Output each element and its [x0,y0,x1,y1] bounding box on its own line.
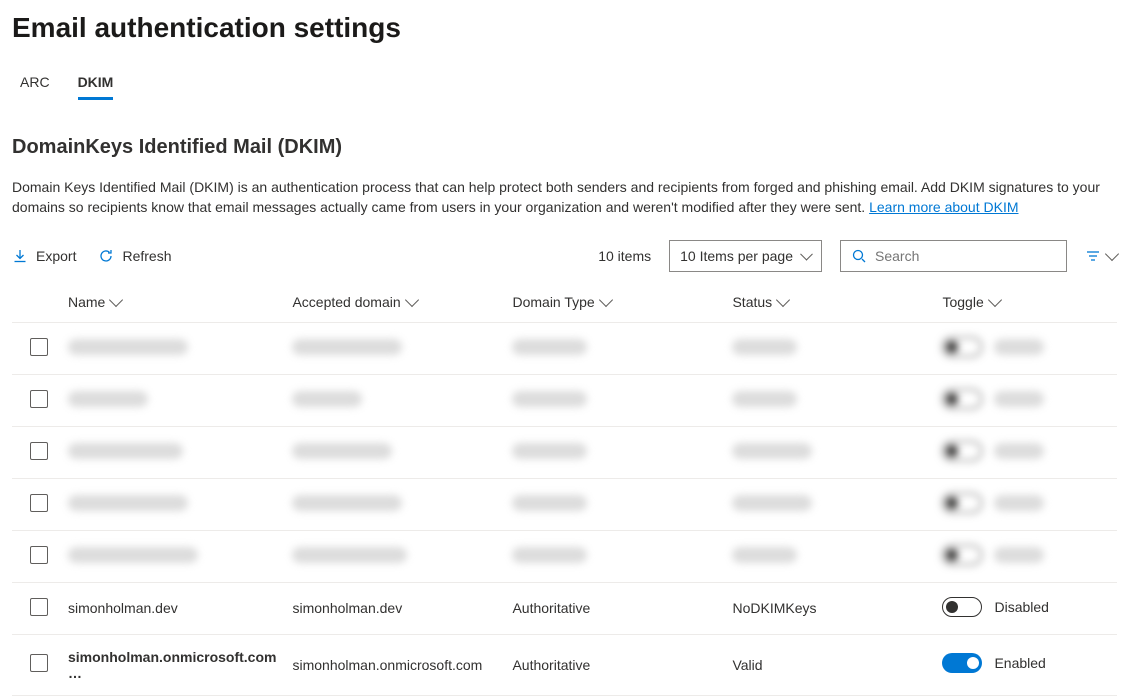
tab-arc[interactable]: ARC [20,68,50,100]
toggle-label: Enabled [994,655,1045,671]
export-icon [12,248,28,264]
filter-button[interactable] [1085,248,1117,264]
table-row: simonholman.dev simonholman.dev Authoritat… [12,582,1117,634]
section-title: DomainKeys Identified Mail (DKIM) [12,136,1117,159]
search-box[interactable] [840,240,1067,272]
redacted-value [68,443,183,459]
learn-more-link[interactable]: Learn more about DKIM [869,199,1018,215]
domain-status: Valid [732,657,762,673]
tabs: ARC DKIM [12,68,1117,100]
dkim-toggle[interactable] [942,653,982,673]
dkim-toggle[interactable] [942,545,982,565]
table-row [12,530,1117,582]
search-input[interactable] [875,248,1056,264]
toggle-label [994,443,1044,459]
item-count: 10 items [598,248,651,264]
dkim-toggle[interactable] [942,493,982,513]
domain-table: Name Accepted domain Domain Type Status … [12,284,1117,696]
chevron-down-icon [405,293,419,307]
redacted-value [68,391,148,407]
row-checkbox[interactable] [30,442,48,460]
toggle-label [994,547,1044,563]
redacted-value [732,339,797,355]
column-header-accepted[interactable]: Accepted domain [292,294,416,310]
row-checkbox[interactable] [30,494,48,512]
table-row: simonholman.onmicrosoft.com … simonholman… [12,634,1117,695]
row-checkbox[interactable] [30,546,48,564]
redacted-value [732,391,797,407]
redacted-value [292,443,392,459]
domain-type: Authoritative [512,600,590,616]
chevron-down-icon [776,293,790,307]
redacted-value [732,547,797,563]
column-header-status[interactable]: Status [732,294,788,310]
toggle-label [994,339,1044,355]
refresh-icon [98,248,114,264]
column-header-name[interactable]: Name [68,294,121,310]
redacted-value [68,339,188,355]
dkim-toggle[interactable] [942,597,982,617]
chevron-down-icon [109,293,123,307]
redacted-value [732,495,812,511]
accepted-domain: simonholman.onmicrosoft.com [292,657,482,673]
section-description: Domain Keys Identified Mail (DKIM) is an… [12,177,1117,218]
page-size-dropdown[interactable]: 10 Items per page [669,240,822,272]
redacted-value [68,495,188,511]
chevron-down-icon [1105,247,1119,261]
export-button[interactable]: Export [12,248,76,264]
redacted-value [68,547,198,563]
redacted-value [292,547,407,563]
page-title: Email authentication settings [12,12,1117,44]
redacted-value [512,495,587,511]
row-checkbox[interactable] [30,390,48,408]
dkim-toggle[interactable] [942,337,982,357]
domain-name: simonholman.onmicrosoft.com … [68,649,276,681]
redacted-value [512,391,587,407]
redacted-value [292,339,402,355]
export-label: Export [36,248,76,264]
toolbar: Export Refresh 10 items 10 Items per pag… [12,240,1117,272]
toggle-label [994,391,1044,407]
table-row [12,478,1117,530]
tab-dkim[interactable]: DKIM [78,68,114,100]
filter-icon [1085,248,1101,264]
dkim-toggle[interactable] [942,441,982,461]
column-header-toggle[interactable]: Toggle [942,294,999,310]
redacted-value [512,339,587,355]
page-size-label: 10 Items per page [680,248,793,264]
column-header-type[interactable]: Domain Type [512,294,610,310]
search-icon [851,248,867,264]
refresh-button[interactable]: Refresh [98,248,171,264]
row-checkbox[interactable] [30,598,48,616]
domain-status: NoDKIMKeys [732,600,816,616]
table-row [12,426,1117,478]
redacted-value [292,495,402,511]
domain-type: Authoritative [512,657,590,673]
toggle-label: Disabled [994,599,1048,615]
column-header-checkbox [12,284,60,323]
chevron-down-icon [988,293,1002,307]
dkim-toggle[interactable] [942,389,982,409]
domain-name: simonholman.dev [68,600,178,616]
table-row [12,374,1117,426]
redacted-value [512,443,587,459]
redacted-value [732,443,812,459]
redacted-value [512,547,587,563]
accepted-domain: simonholman.dev [292,600,402,616]
row-checkbox[interactable] [30,654,48,672]
redacted-value [292,391,362,407]
toggle-label [994,495,1044,511]
table-row [12,322,1117,374]
chevron-down-icon [599,293,613,307]
row-checkbox[interactable] [30,338,48,356]
refresh-label: Refresh [122,248,171,264]
